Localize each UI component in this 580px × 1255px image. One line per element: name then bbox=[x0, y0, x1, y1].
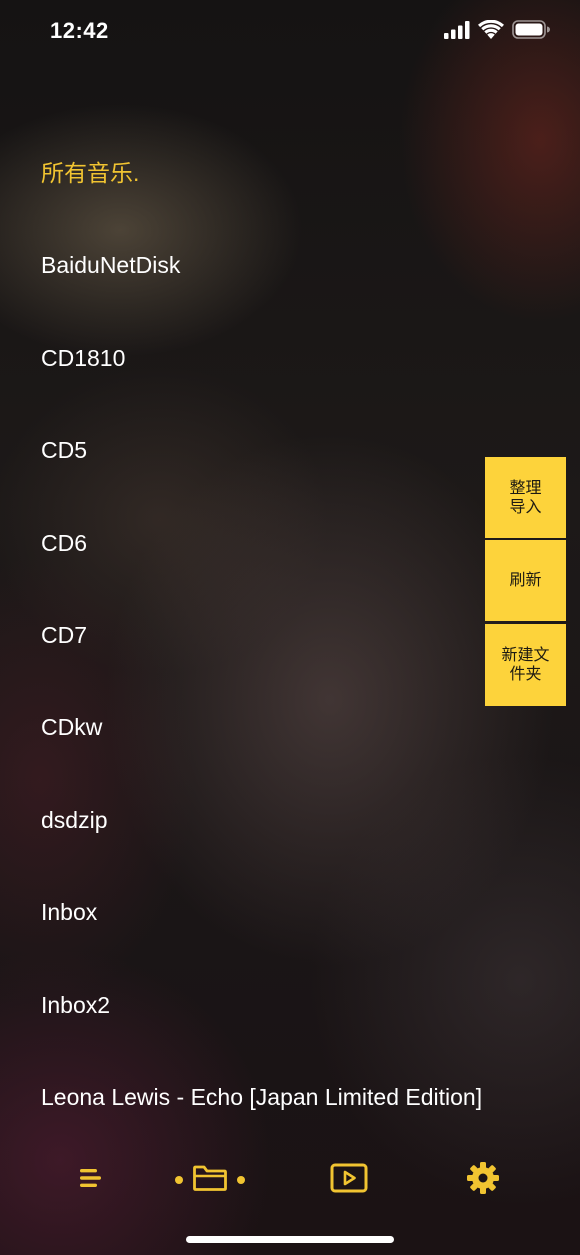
new-folder-label: 新建文件夹 bbox=[501, 647, 550, 683]
list-item[interactable]: CD7 bbox=[41, 612, 561, 704]
gear-icon bbox=[466, 1161, 500, 1200]
status-time: 12:42 bbox=[50, 18, 109, 43]
list-item[interactable]: BaiduNetDisk bbox=[41, 242, 561, 334]
refresh-label: 刷新 bbox=[509, 572, 542, 589]
tab-now-playing[interactable] bbox=[323, 1150, 375, 1210]
status-bar: 12:42 bbox=[0, 0, 580, 62]
list-item[interactable]: CD1810 bbox=[41, 335, 561, 427]
organize-import-label: 整理导入 bbox=[509, 479, 542, 516]
list-item[interactable]: CD6 bbox=[41, 520, 561, 612]
status-icons bbox=[444, 19, 550, 44]
home-indicator bbox=[186, 1236, 394, 1243]
list-item[interactable]: Inbox2 bbox=[41, 982, 561, 1074]
active-dot-right bbox=[237, 1176, 245, 1184]
folder-icon bbox=[192, 1164, 228, 1197]
list-item[interactable]: Inbox bbox=[41, 889, 561, 981]
active-dot-left bbox=[175, 1176, 183, 1184]
folder-list: 所有音乐. BaiduNetDisk CD1810 CD5 CD6 CD7 CD… bbox=[41, 150, 561, 1166]
list-icon bbox=[78, 1166, 104, 1195]
organize-import-button[interactable]: 整理导入 bbox=[485, 457, 566, 538]
side-action-panel: 整理导入 刷新 新建文件夹 bbox=[485, 457, 566, 706]
tab-settings[interactable] bbox=[458, 1150, 508, 1210]
list-item[interactable]: dsdzip bbox=[41, 797, 561, 889]
list-item[interactable]: CD5 bbox=[41, 427, 561, 519]
tab-folders[interactable] bbox=[165, 1150, 255, 1210]
battery-icon bbox=[512, 20, 550, 44]
refresh-button[interactable]: 刷新 bbox=[485, 540, 566, 621]
list-item[interactable]: CDkw bbox=[41, 704, 561, 796]
tab-bar bbox=[0, 1150, 580, 1210]
now-playing-icon bbox=[330, 1163, 368, 1198]
cellular-signal-icon bbox=[444, 20, 470, 44]
all-music-header[interactable]: 所有音乐. bbox=[41, 150, 561, 242]
new-folder-button[interactable]: 新建文件夹 bbox=[485, 624, 566, 706]
wifi-icon bbox=[478, 19, 504, 44]
tab-list[interactable] bbox=[66, 1150, 116, 1210]
